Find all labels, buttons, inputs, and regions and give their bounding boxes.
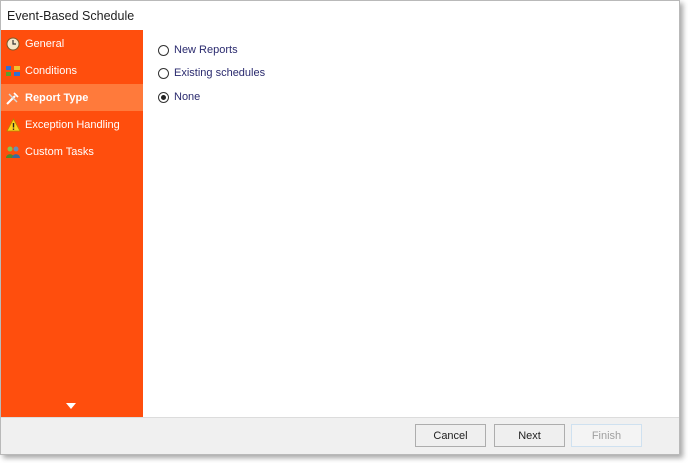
next-button-label: Next bbox=[518, 429, 541, 442]
sidebar-item-conditions[interactable]: Conditions bbox=[1, 57, 143, 84]
radio-label: New Reports bbox=[174, 44, 238, 56]
sidebar-item-label: Conditions bbox=[25, 64, 77, 77]
window-title: Event-Based Schedule bbox=[7, 9, 135, 23]
radio-new-reports[interactable]: New Reports bbox=[158, 44, 238, 56]
radio-button[interactable] bbox=[158, 44, 169, 56]
title-bar: Event-Based Schedule bbox=[1, 1, 679, 29]
caret-down-icon[interactable] bbox=[65, 401, 77, 411]
radio-label: Existing schedules bbox=[174, 67, 266, 79]
next-button[interactable]: Next bbox=[494, 424, 565, 447]
radio-existing-schedules[interactable]: Existing schedules bbox=[158, 67, 265, 79]
cancel-button-label: Cancel bbox=[433, 429, 468, 442]
sidebar-item-general[interactable]: General bbox=[1, 30, 143, 57]
finish-button[interactable]: Finish bbox=[571, 424, 642, 447]
footer-bar: Cancel Next Finish bbox=[1, 417, 679, 454]
clock-icon bbox=[5, 36, 21, 52]
sidebar-item-exception-handling[interactable]: Exception Handling bbox=[1, 111, 143, 138]
radio-none[interactable]: None bbox=[158, 91, 200, 103]
sidebar: General Conditions Report Type Exception… bbox=[1, 30, 143, 417]
report-type-panel: New Reports Existing schedules None bbox=[143, 30, 679, 417]
sidebar-item-label: Report Type bbox=[25, 91, 89, 104]
sidebar-item-label: General bbox=[25, 37, 65, 50]
sidebar-item-label: Exception Handling bbox=[25, 118, 120, 131]
radio-button[interactable] bbox=[158, 67, 169, 79]
warning-icon bbox=[5, 117, 21, 133]
conditions-icon bbox=[5, 63, 21, 79]
cancel-button[interactable]: Cancel bbox=[415, 424, 486, 447]
sidebar-item-report-type[interactable]: Report Type bbox=[1, 84, 143, 111]
tools-icon bbox=[5, 90, 21, 106]
radio-button[interactable] bbox=[158, 91, 169, 103]
sidebar-item-custom-tasks[interactable]: Custom Tasks bbox=[1, 138, 143, 165]
sidebar-item-label: Custom Tasks bbox=[25, 145, 94, 158]
radio-label: None bbox=[174, 91, 201, 103]
finish-button-label: Finish bbox=[591, 429, 622, 442]
event-based-schedule-window: Event-Based Schedule General Conditions … bbox=[0, 0, 680, 455]
people-icon bbox=[5, 144, 21, 160]
